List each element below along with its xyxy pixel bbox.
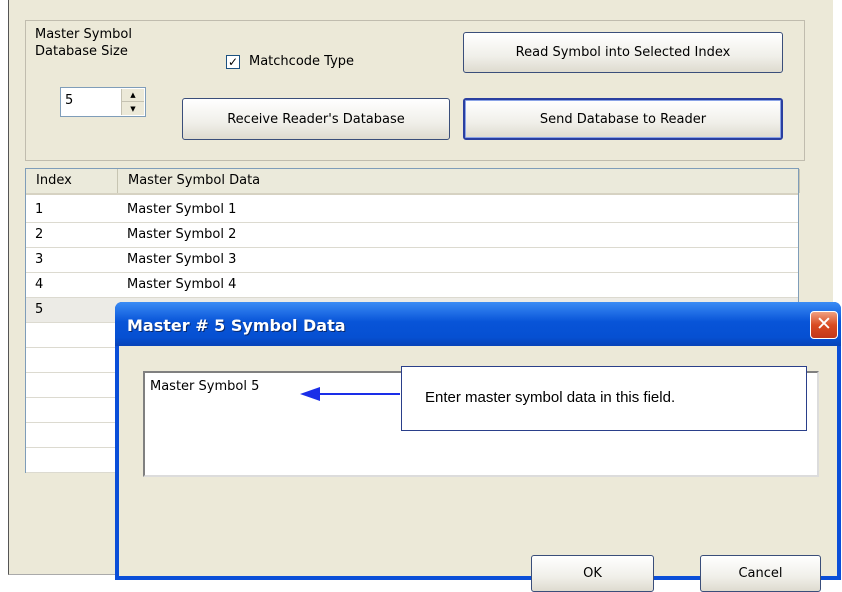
db-size-value: 5 [65,93,74,108]
db-size-label-line2: Database Size [35,44,128,59]
close-icon[interactable]: ✕ [810,311,838,339]
matchcode-checkbox[interactable]: ✓ [226,55,240,69]
matchcode-label: Matchcode Type [249,54,355,69]
table-row[interactable]: 4 Master Symbol 4 [26,273,798,298]
callout-text: Enter master symbol data in this field. [425,389,676,406]
row-index: 5 [35,302,44,317]
row-index: 1 [35,202,44,217]
row-data: Master Symbol 1 [127,202,237,217]
db-size-spinner[interactable]: 5 ▲ ▼ [60,87,146,117]
db-size-label-line1: Master Symbol [35,27,132,42]
ok-button[interactable]: OK [531,555,654,592]
column-header-index[interactable]: Index [26,169,118,193]
table-row[interactable]: 2 Master Symbol 2 [26,223,798,248]
column-header-data[interactable]: Master Symbol Data [118,169,800,193]
arrow-left-icon [300,387,400,401]
checkmark-icon: ✓ [227,55,239,69]
cancel-button[interactable]: Cancel [700,555,821,592]
row-index: 2 [35,227,44,242]
dialog-title: Master # 5 Symbol Data [127,316,346,335]
row-data: Master Symbol 3 [127,252,237,267]
table-row[interactable]: 3 Master Symbol 3 [26,248,798,273]
row-data: Master Symbol 2 [127,227,237,242]
table-row[interactable]: 1 Master Symbol 1 [26,198,798,223]
symbol-data-value: Master Symbol 5 [150,379,260,394]
symbol-data-dialog: Master # 5 Symbol Data ✕ Master Symbol 5… [115,302,841,592]
row-index: 3 [35,252,44,267]
callout-box: Enter master symbol data in this field. [401,366,807,431]
dialog-titlebar[interactable]: Master # 5 Symbol Data ✕ [115,302,841,346]
list-header: Index Master Symbol Data [26,169,800,195]
receive-database-button[interactable]: Receive Reader's Database [182,98,450,140]
spinner-buttons: ▲ ▼ [121,89,144,115]
read-symbol-button[interactable]: Read Symbol into Selected Index [463,32,783,73]
send-database-button[interactable]: Send Database to Reader [463,98,783,140]
row-data: Master Symbol 4 [127,277,237,292]
spin-down-icon[interactable]: ▼ [122,102,144,115]
row-index: 4 [35,277,44,292]
spin-up-icon[interactable]: ▲ [122,89,144,102]
